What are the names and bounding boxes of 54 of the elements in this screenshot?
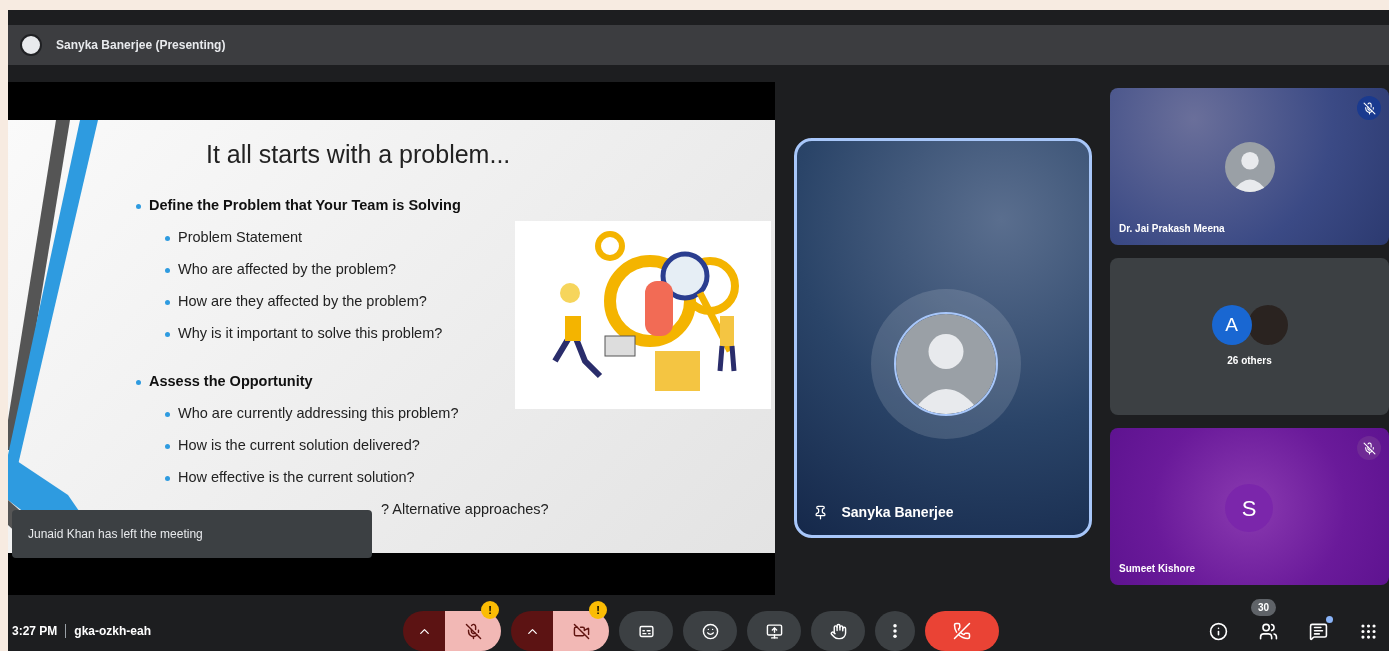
warning-badge: !: [481, 601, 499, 619]
raise-hand-button[interactable]: [811, 611, 865, 651]
present-screen-button[interactable]: [747, 611, 801, 651]
bullet-icon: [165, 331, 170, 337]
slide-heading: Define the Problem that Your Team is Solving: [149, 196, 461, 216]
participant-count-badge: 30: [1251, 599, 1277, 616]
smiley-icon: [701, 622, 719, 640]
camera-off-icon: [572, 622, 590, 640]
grid-icon: [1358, 621, 1378, 641]
bullet-icon: [165, 267, 170, 273]
bullet-icon: [165, 475, 170, 481]
microphone-button[interactable]: [445, 611, 501, 651]
meeting-time: 3:27 PM: [12, 623, 58, 640]
microphone-off-icon: [464, 622, 482, 640]
bullet-icon: [136, 379, 141, 385]
emoji-button[interactable]: [683, 611, 737, 651]
participant-name: Dr. Jai Prakash Meena: [1119, 222, 1225, 236]
bullet-icon: [165, 411, 170, 417]
end-call-button[interactable]: [925, 611, 999, 651]
bullet-icon: [136, 203, 141, 209]
slide-bullet: Why is it important to solve this problem?: [178, 324, 443, 344]
bullet-icon: [165, 299, 170, 305]
participant-name: Sumeet Kishore: [1119, 562, 1196, 576]
info-icon: [1208, 621, 1228, 641]
warning-badge: !: [589, 601, 607, 619]
bullet-icon: [165, 443, 170, 449]
presenting-label: Sanyka Banerjee (Presenting): [56, 37, 226, 54]
chat-icon: [1308, 621, 1328, 641]
camera-button[interactable]: [553, 611, 609, 651]
avatar-photo-placeholder: [1225, 142, 1275, 192]
participant-name: Sanyka Banerjee: [841, 503, 954, 522]
phone-icon: [953, 622, 971, 640]
meeting-code: gka-ozkh-eah: [74, 623, 152, 640]
others-count: 26 others: [1227, 354, 1272, 368]
hand-icon: [829, 622, 847, 640]
more-options-button[interactable]: [875, 611, 915, 651]
slide-bullet: Problem Statement: [178, 228, 303, 248]
slide-bullet: ? Alternative approaches?: [381, 500, 549, 520]
slide-bullet: How are they affected by the problem?: [178, 292, 427, 312]
slide-bullet: How effective is the current solution?: [178, 468, 415, 488]
more-icon: [893, 624, 897, 638]
captions-button[interactable]: [619, 611, 673, 651]
bullet-icon: [165, 235, 170, 241]
avatar-initial: A: [1211, 305, 1252, 345]
slide-title: It all starts with a problem...: [206, 139, 511, 170]
avatar-initial: S: [1225, 484, 1273, 532]
slide-heading: Assess the Opportunity: [149, 372, 313, 392]
slide-bullet: How is the current solution delivered?: [178, 436, 420, 456]
slide-bullet: Who are affected by the problem?: [178, 260, 397, 280]
present-screen-icon: [765, 622, 783, 640]
toast-message: Junaid Khan has left the meeting: [28, 526, 203, 543]
slide-bullet: Who are currently addressing this problem?: [178, 404, 459, 424]
presenter-avatar: [20, 34, 42, 56]
people-icon: [1258, 621, 1278, 641]
